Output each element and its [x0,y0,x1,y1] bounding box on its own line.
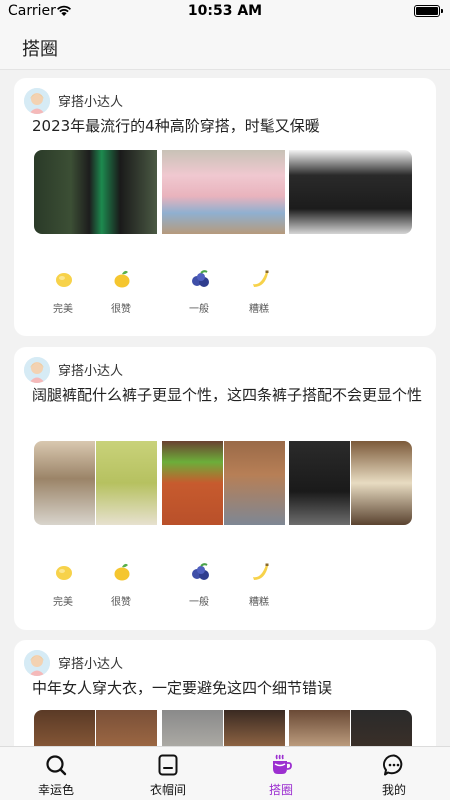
tab-lucky-color[interactable]: 幸运色 [16,747,96,800]
reaction-perfect[interactable]: 完美 [41,561,85,621]
avatar-icon [24,357,50,383]
tab-label: 衣帽间 [149,783,186,797]
tab-label: 我的 [381,783,406,797]
blueberry-icon [192,563,209,580]
reaction-perfect[interactable]: 完美 [41,268,85,328]
post-author: 穿搭小达人 [58,364,124,379]
reaction-average[interactable]: 一般 [177,561,221,621]
avatar[interactable] [24,650,50,676]
search-icon [46,755,67,776]
post-photo[interactable] [289,150,412,234]
wardrobe-icon [158,754,178,776]
battery-icon [414,5,443,17]
post-feed[interactable]: 穿搭小达人 2023年最流行的4种高阶穿搭，时髦又保暖 完美 很赞 一般 糟糕 … [0,70,450,746]
lemon-icon [56,273,72,287]
avatar-icon [24,650,50,676]
lemon-icon [56,566,72,580]
tab-label: 搭圈 [268,783,293,797]
tab-bar: 幸运色 衣帽间 搭圈 我的 [0,746,450,800]
reaction-bar: 完美 很赞 一般 糟糕 [41,268,281,328]
tab-outfit-circle[interactable]: 搭圈 [241,747,321,800]
tab-wardrobe[interactable]: 衣帽间 [128,747,208,800]
post-photo[interactable] [289,441,412,525]
page-title: 搭圈 [22,39,58,60]
post-photo[interactable] [289,710,412,746]
post-author: 穿搭小达人 [58,95,124,110]
reaction-label: 一般 [189,597,209,608]
post-author: 穿搭小达人 [58,657,124,672]
lemon-leaf-icon [114,270,130,288]
avatar-icon [24,88,50,114]
tab-profile[interactable]: 我的 [354,747,434,800]
banana-icon [253,563,269,580]
post-photos[interactable] [34,150,412,234]
reaction-label: 一般 [189,304,209,315]
chat-bubble-icon [383,754,403,776]
post-photo[interactable] [34,441,157,525]
post-card[interactable]: 穿搭小达人 2023年最流行的4种高阶穿搭，时髦又保暖 完美 很赞 一般 糟糕 [14,78,436,336]
post-photo[interactable] [161,441,285,525]
avatar[interactable] [24,88,50,114]
reaction-label: 完美 [53,597,73,608]
lemon-leaf-icon [114,563,130,581]
reaction-average[interactable]: 一般 [177,268,221,328]
post-title[interactable]: 中年女人穿大衣，一定要避免这四个细节错误 [32,676,427,700]
post-photos[interactable] [34,710,412,746]
blueberry-icon [192,270,209,287]
post-title[interactable]: 阔腿裤配什么裤子更显个性，这四条裤子搭配不会更显个性 [32,383,427,407]
post-photos[interactable] [34,441,412,525]
reaction-label: 很赞 [111,597,131,608]
post-card[interactable]: 穿搭小达人 阔腿裤配什么裤子更显个性，这四条裤子搭配不会更显个性 完美 很赞 一… [14,347,436,630]
post-photo[interactable] [161,150,285,234]
reaction-bar: 完美 很赞 一般 糟糕 [41,561,281,621]
reaction-label: 很赞 [111,304,131,315]
banana-icon [253,270,269,287]
status-bar: Carrier 10:53 AM [0,0,450,24]
reaction-great[interactable]: 很赞 [99,561,143,621]
post-photo[interactable] [34,710,157,746]
post-title[interactable]: 2023年最流行的4种高阶穿搭，时髦又保暖 [32,114,427,138]
post-photo[interactable] [34,150,157,234]
reaction-label: 完美 [53,304,73,315]
reaction-label: 糟糕 [249,597,269,608]
reaction-bad[interactable]: 糟糕 [237,268,281,328]
nav-bar: 搭圈 [0,24,450,70]
reaction-label: 糟糕 [249,304,269,315]
post-card[interactable]: 穿搭小达人 中年女人穿大衣，一定要避免这四个细节错误 [14,640,436,746]
reaction-great[interactable]: 很赞 [99,268,143,328]
tab-label: 幸运色 [37,783,74,797]
reaction-bad[interactable]: 糟糕 [237,561,281,621]
avatar[interactable] [24,357,50,383]
status-time: 10:53 AM [187,3,263,19]
coffee-cup-icon [273,754,292,774]
post-photo[interactable] [161,710,285,746]
